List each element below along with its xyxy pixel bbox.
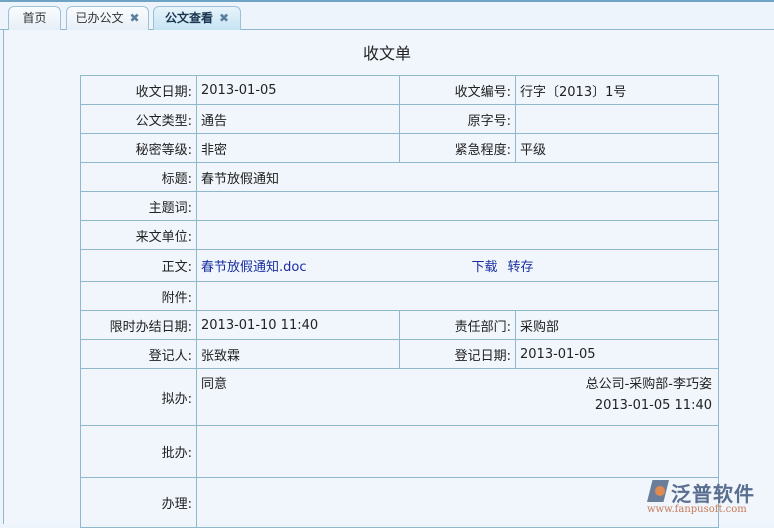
reg-date-value: 2013-01-05: [515, 339, 719, 369]
tab-label: 公文查看: [164, 11, 213, 25]
watermark-logo: 泛普软件 www.fanpusoft.com: [645, 478, 770, 522]
label: 秘密等级:: [80, 133, 197, 163]
approve-value: [196, 425, 719, 478]
label: 办理:: [80, 477, 197, 528]
deadline-value: 2013-01-10 11:40: [196, 310, 400, 340]
close-icon[interactable]: ✖: [129, 11, 139, 25]
proposal-value: 同意: [201, 377, 228, 392]
tab-doc-view[interactable]: 公文查看 ✖: [153, 6, 241, 31]
logo-url: www.fanpusoft.com: [647, 504, 747, 515]
form-title: 收文单: [362, 44, 411, 63]
label: 标题:: [80, 162, 197, 192]
tab-label: 首页: [22, 11, 47, 25]
receive-form: 收文日期: 2013-01-05 收文编号: 行字〔2013〕1号 公文类型: 通告 原字…: [80, 75, 719, 528]
label: 来文单位:: [80, 220, 197, 250]
registrant-value: 张致霖: [196, 339, 400, 369]
from-unit-value: [196, 220, 719, 250]
logo-icon: [647, 480, 669, 502]
label: 原字号:: [399, 104, 516, 134]
label: 责任部门:: [399, 310, 516, 340]
proposal-signer: 总公司-采购部-李巧姿: [585, 377, 712, 392]
label: 主题词:: [80, 191, 197, 221]
body-file-link[interactable]: 春节放假通知.doc: [201, 260, 307, 275]
proposal-signature: 总公司-采购部-李巧姿 2013-01-05 11:40: [586, 374, 712, 416]
attach-value: [196, 281, 719, 311]
download-link[interactable]: 下载: [472, 260, 498, 275]
tab-label: 已办公文: [75, 11, 124, 25]
logo-name: 泛普软件: [671, 482, 755, 506]
subject-value: 春节放假通知: [196, 162, 719, 192]
label: 登记日期:: [399, 339, 516, 369]
body-cell: 春节放假通知.doc 下载 转存: [196, 249, 719, 282]
receive-no-value: 行字〔2013〕1号: [515, 75, 719, 105]
handle-value: [196, 477, 719, 528]
label: 公文类型:: [80, 104, 197, 134]
label: 批办:: [80, 425, 197, 478]
proposal-time: 2013-01-05 11:40: [594, 398, 712, 413]
urgency-value: 平级: [515, 133, 719, 163]
orig-no-value: [515, 104, 719, 134]
proposal-cell: 同意 总公司-采购部-李巧姿 2013-01-05 11:40: [196, 368, 719, 426]
label: 紧急程度:: [399, 133, 516, 163]
tab-bar: 首页 已办公文 ✖ 公文查看 ✖: [0, 0, 774, 31]
label: 拟办:: [80, 368, 197, 426]
label: 限时办结日期:: [80, 310, 197, 340]
label: 登记人:: [80, 339, 197, 369]
doc-type-value: 通告: [196, 104, 400, 134]
receive-date-value: 2013-01-05: [196, 75, 400, 105]
label: 正文:: [80, 249, 197, 282]
dept-value: 采购部: [515, 310, 719, 340]
label: 附件:: [80, 281, 197, 311]
label: 收文编号:: [399, 75, 516, 105]
save-as-link[interactable]: 转存: [508, 260, 534, 275]
tab-home[interactable]: 首页: [8, 6, 61, 30]
secret-value: 非密: [196, 133, 400, 163]
tab-done-docs[interactable]: 已办公文 ✖: [66, 6, 149, 30]
keywords-value: [196, 191, 719, 221]
label: 收文日期:: [80, 75, 197, 105]
close-icon[interactable]: ✖: [219, 11, 229, 25]
